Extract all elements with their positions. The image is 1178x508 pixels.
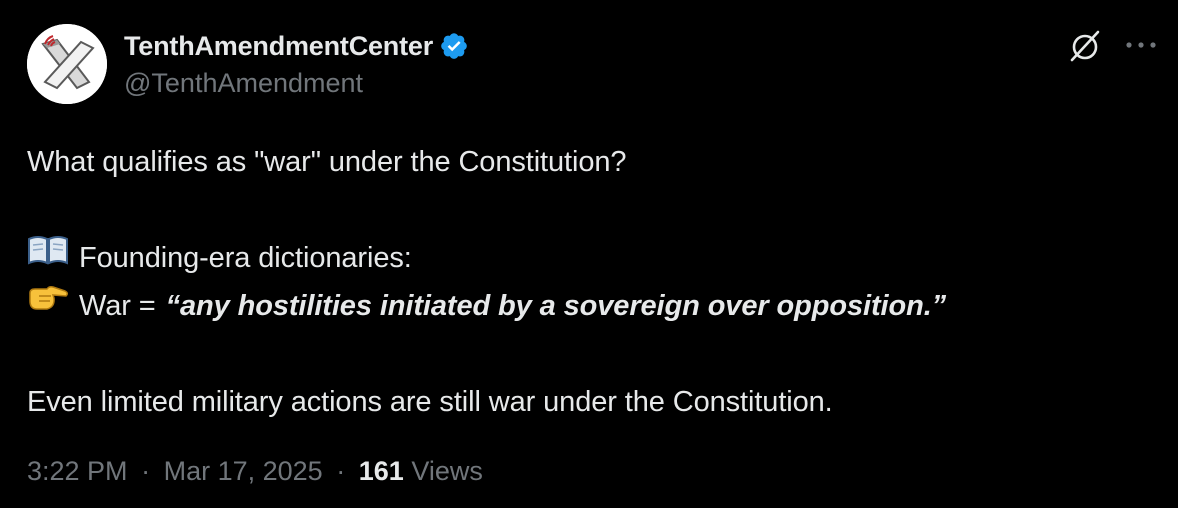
meta-separator: · (336, 456, 346, 486)
book-icon (27, 232, 69, 280)
author-name-row: TenthAmendmentCenter (124, 26, 469, 66)
logo-icon (27, 24, 107, 104)
more-icon[interactable] (1124, 32, 1158, 58)
war-definition-quote: “any hostilities initiated by a sovereig… (165, 290, 947, 322)
verified-badge-icon[interactable] (439, 31, 469, 61)
tweet-date[interactable]: Mar 17, 2025 (164, 456, 323, 486)
dictionaries-text: Founding-era dictionaries: (79, 242, 412, 274)
tweet-body: What qualifies as "war" under the Consti… (27, 138, 1147, 426)
pointing-hand-icon (27, 280, 69, 328)
author-display-name[interactable]: TenthAmendmentCenter (124, 31, 433, 62)
views-count: 161 (358, 456, 404, 486)
tweet-meta: 3:22 PM · Mar 17, 2025 · 161 Views (27, 456, 483, 487)
views-label: Views (411, 456, 483, 486)
tweet-timestamp[interactable]: 3:22 PM (27, 456, 128, 486)
tweet-line-definition: War = “any hostilities initiated by a sov… (27, 282, 1147, 330)
author-handle[interactable]: @TenthAmendment (124, 68, 363, 99)
tweet-line-dictionaries: Founding-era dictionaries: (27, 234, 1147, 282)
avatar[interactable] (27, 24, 107, 104)
meta-separator: · (141, 456, 151, 486)
war-prefix-text: War = (79, 290, 156, 322)
tweet-line-conclusion: Even limited military actions are still … (27, 386, 833, 418)
grok-icon[interactable] (1066, 27, 1104, 65)
tweet-line-question: What qualifies as "war" under the Consti… (27, 146, 627, 178)
tweet: TenthAmendmentCenter @TenthAmendment Wha… (0, 0, 1178, 508)
